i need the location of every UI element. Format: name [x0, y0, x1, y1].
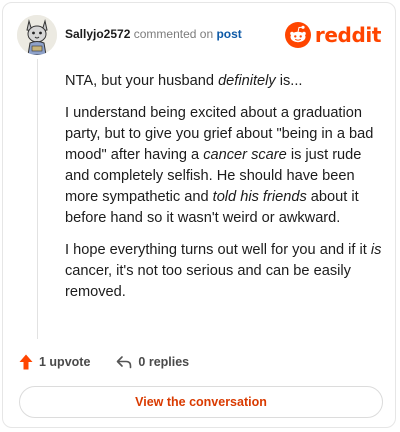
avatar-icon	[17, 15, 57, 55]
comment-paragraph-1: NTA, but your husband definitely is...	[65, 73, 303, 89]
reddit-wordmark: reddit	[314, 23, 381, 47]
reply-count: 0 replies	[138, 355, 190, 369]
comment-paragraph-2: I understand being excited about a gradu…	[65, 105, 374, 226]
comment-header: Sallyjo2572 commented on post reddit	[17, 15, 381, 55]
embedded-comment-card: Sallyjo2572 commented on post reddit NTA…	[2, 2, 396, 428]
replies-button[interactable]: 0 replies	[116, 355, 189, 369]
view-conversation-button[interactable]: View the conversation	[19, 386, 383, 418]
post-link[interactable]: post	[216, 27, 241, 41]
upvote-button[interactable]: 1 upvote	[19, 354, 90, 370]
comment-meta: Sallyjo2572 commented on post	[65, 27, 242, 41]
upvote-count: 1 upvote	[39, 355, 91, 369]
comment-body: NTA, but your husband definitely is... I…	[65, 71, 383, 314]
reddit-brand[interactable]: reddit	[284, 21, 381, 49]
avatar[interactable]	[17, 15, 57, 55]
commented-on-label: commented on	[133, 27, 214, 41]
username-link[interactable]: Sallyjo2572	[65, 27, 130, 41]
comment-actions: 1 upvote 0 replies	[19, 351, 379, 373]
upvote-arrow-icon	[19, 354, 33, 370]
comment-paragraph-3: I hope everything turns out well for you…	[65, 242, 382, 300]
thread-line	[37, 59, 38, 339]
reddit-logo-icon	[284, 22, 311, 48]
reply-arrow-icon	[117, 356, 132, 369]
